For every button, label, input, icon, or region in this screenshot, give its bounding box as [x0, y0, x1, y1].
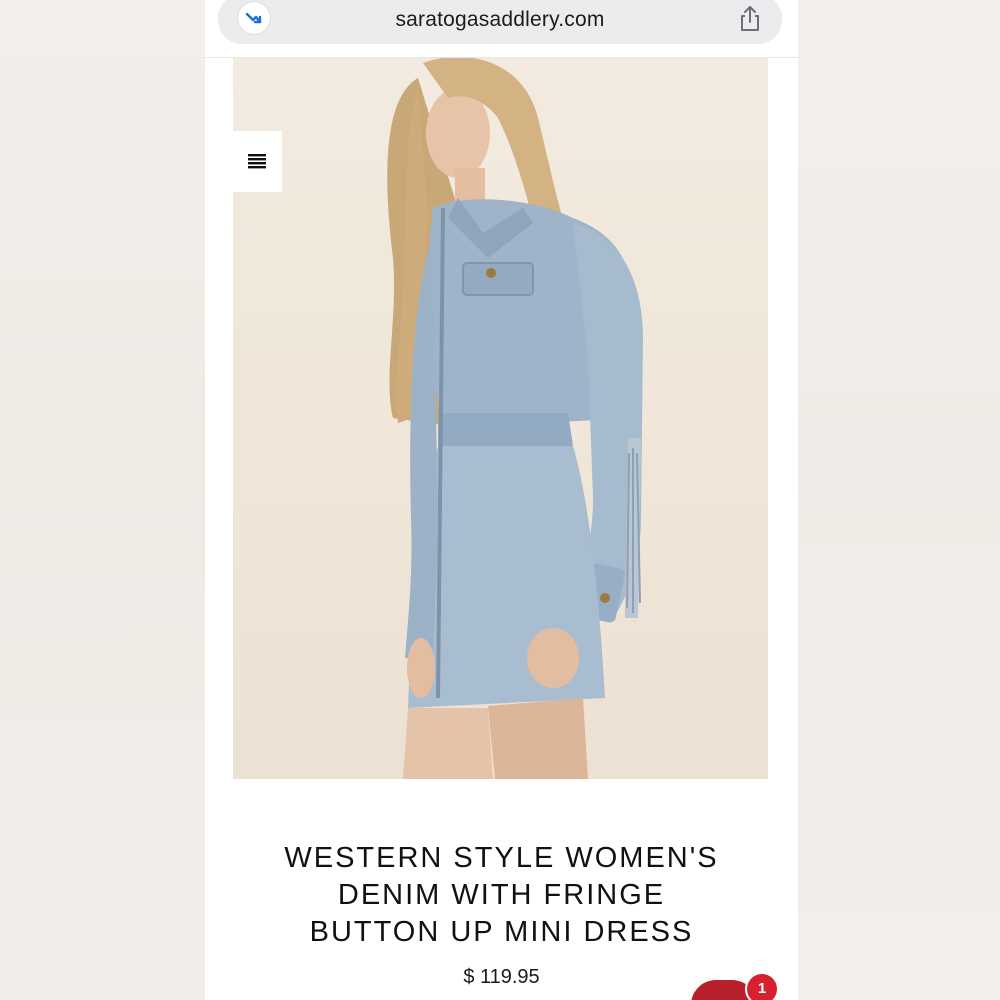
share-icon[interactable] — [736, 4, 764, 34]
chat-notification-badge: 1 — [745, 972, 779, 1000]
mobile-browser-screen: saratogasaddlery.com WESTERN STYLE WOMEN… — [205, 0, 798, 1000]
product-title-line-1: WESTERN STYLE WOMEN'S — [284, 842, 719, 874]
product-photo-illustration — [387, 58, 643, 779]
menu-button[interactable] — [233, 131, 282, 192]
address-bar[interactable]: saratogasaddlery.com — [218, 0, 782, 44]
product-title-line-3: BUTTON UP MINI DRESS — [309, 916, 694, 948]
reader-arrow-icon[interactable] — [238, 2, 270, 34]
blurred-backdrop-left — [0, 0, 205, 1000]
product-title-line-2: DENIM WITH FRINGE — [337, 879, 666, 911]
product-title: WESTERN STYLE WOMEN'S DENIM WITH FRINGE … — [205, 840, 798, 951]
hamburger-menu-icon — [248, 154, 266, 169]
product-image[interactable] — [233, 58, 768, 779]
url-text[interactable]: saratogasaddlery.com — [278, 8, 722, 32]
blurred-backdrop-right — [795, 0, 1000, 1000]
